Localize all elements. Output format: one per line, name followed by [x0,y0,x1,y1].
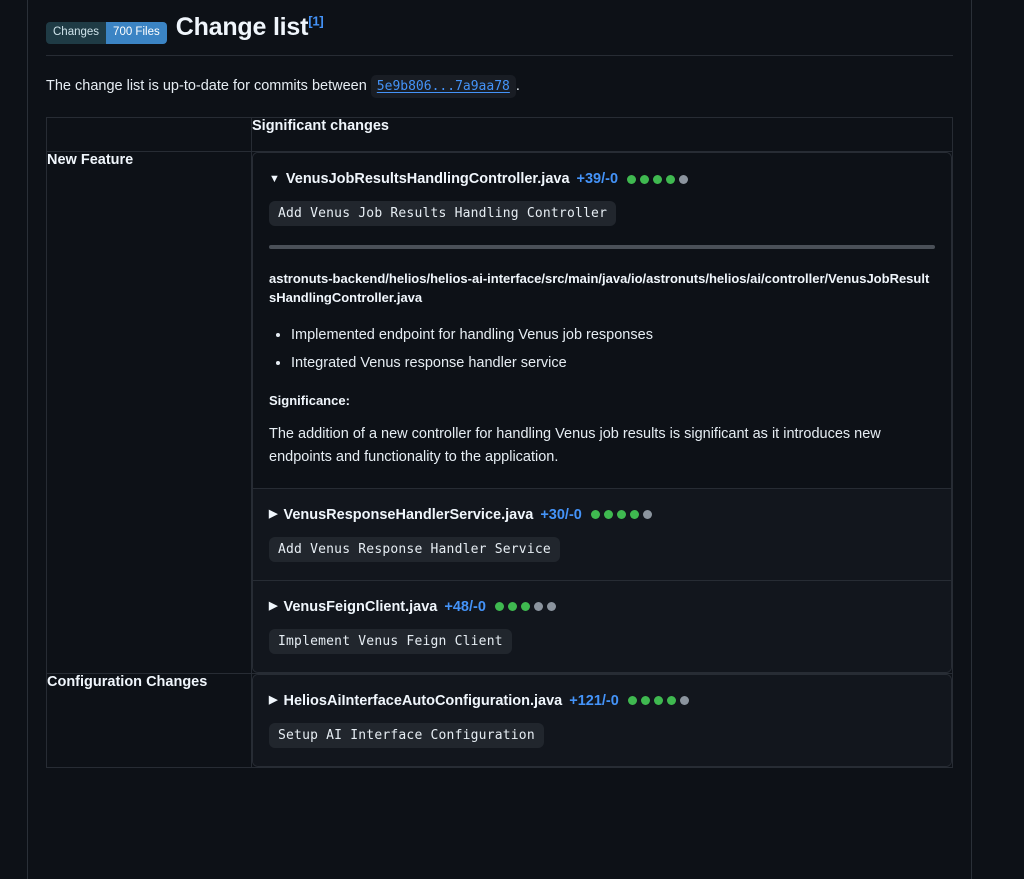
significance-text: The addition of a new controller for han… [269,425,881,466]
file-change-entry-header[interactable]: ▼ VenusJobResultsHandlingController.java +… [269,171,935,187]
diff-stat: +121/-0 [569,692,619,709]
dot-filled-icon [627,174,637,184]
intro-text-before: The change list is up-to-date for commit… [46,77,367,94]
commit-range-link[interactable]: 5e9b806...7a9aa78 [370,74,516,98]
file-change-entry-header[interactable]: ▶ VenusFeignClient.java +48/-0 [269,599,935,615]
dot-empty-icon [642,510,652,520]
change-magnitude-dots [627,174,689,184]
commit-message-chip: Add Venus Response Handler Service [269,536,560,562]
diff-stat: +48/-0 [444,598,486,615]
dot-filled-icon [640,174,650,184]
file-name[interactable]: VenusResponseHandlerService.java [283,507,533,523]
change-magnitude-dots [494,602,556,612]
change-category-label: New Feature [46,151,252,674]
table-row: New Feature ▼ VenusJobResultsHandlingContr… [46,151,953,674]
table-header-significant-changes: Significant changes [251,117,953,152]
file-change-card: ▶ HeliosAiInterfaceAutoConfiguration.java… [252,673,952,767]
page-title: Change list[1] [176,14,324,40]
dot-empty-icon [533,602,543,612]
dot-filled-icon [494,602,504,612]
dot-filled-icon [640,696,650,706]
commit-message-chip: Implement Venus Feign Client [269,628,512,654]
significance-label: Significance: [269,392,350,408]
dot-empty-icon [679,696,689,706]
file-change-entry: ▶ VenusResponseHandlerService.java +30/-0 A… [253,488,951,581]
table-header-category [46,117,252,152]
changes-badge-label: Changes [46,22,107,44]
file-name[interactable]: VenusFeignClient.java [283,599,437,615]
change-list-page: Changes 700 Files Change list[1] The cha… [0,0,1024,879]
change-bullet-list: Implemented endpoint for handling Venus … [269,324,935,375]
file-change-entry: ▼ VenusJobResultsHandlingController.java +… [253,153,951,489]
page-content: Changes 700 Files Change list[1] The cha… [28,0,971,768]
dot-filled-icon [627,696,637,706]
dot-filled-icon [603,510,613,520]
dot-filled-icon [653,696,663,706]
dot-filled-icon [666,174,676,184]
file-path: astronuts-backend/helios/helios-ai-inter… [269,271,930,305]
table-header-row: Significant changes [46,117,953,152]
page-title-text: Change list [175,13,309,41]
file-name[interactable]: HeliosAiInterfaceAutoConfiguration.java [283,693,562,709]
commit-message-chip: Add Venus Job Results Handling Controlle… [269,201,617,226]
dot-filled-icon [666,696,676,706]
dot-filled-icon [653,174,663,184]
table-row: Configuration Changes ▶ HeliosAiInterfaceA… [46,672,953,768]
change-magnitude-dots [627,696,689,706]
page-frame-right-border [971,0,972,879]
list-item: Implemented endpoint for handling Venus … [291,324,935,346]
chevron-right-icon[interactable]: ▶ [269,601,277,612]
dot-filled-icon [507,602,517,612]
commit-message-chip: Setup AI Interface Configuration [269,722,544,748]
significant-changes-cell: ▼ VenusJobResultsHandlingController.java +… [251,151,953,674]
dot-filled-icon [616,510,626,520]
file-change-entry: ▶ VenusFeignClient.java +48/-0 Implement Ve… [253,580,951,672]
dot-empty-icon [546,602,556,612]
page-header: Changes 700 Files Change list[1] [46,14,953,56]
change-magnitude-dots [590,510,652,520]
table-body: New Feature ▼ VenusJobResultsHandlingContr… [46,151,953,768]
chevron-down-icon[interactable]: ▼ [269,173,280,185]
chevron-right-icon[interactable]: ▶ [269,695,277,706]
change-category-label: Configuration Changes [46,672,252,768]
section-divider [269,245,935,249]
file-name[interactable]: VenusJobResultsHandlingController.java [286,171,570,187]
list-item: Integrated Venus response handler servic… [291,352,935,374]
changes-badge-count: 700 Files [106,22,167,44]
file-change-card: ▼ VenusJobResultsHandlingController.java +… [252,152,952,673]
dot-filled-icon [590,510,600,520]
significant-changes-cell: ▶ HeliosAiInterfaceAutoConfiguration.java… [251,672,953,768]
file-change-entry-header[interactable]: ▶ HeliosAiInterfaceAutoConfiguration.java… [269,693,935,709]
file-change-entry: ▶ HeliosAiInterfaceAutoConfiguration.java… [253,674,951,766]
intro-text-after: . [515,77,520,94]
dot-filled-icon [629,510,639,520]
changes-badge[interactable]: Changes 700 Files [46,22,167,44]
diff-stat: +30/-0 [540,506,582,523]
diff-stat: +39/-0 [576,171,619,187]
footnote-link[interactable]: [1] [308,14,324,29]
file-change-entry-header[interactable]: ▶ VenusResponseHandlerService.java +30/-0 [269,507,935,523]
chevron-right-icon[interactable]: ▶ [269,509,277,520]
dot-empty-icon [679,174,689,184]
dot-filled-icon [520,602,530,612]
change-list-table: Significant changes New Feature ▼ VenusJob… [46,117,953,768]
intro-line: The change list is up-to-date for commit… [46,74,953,98]
